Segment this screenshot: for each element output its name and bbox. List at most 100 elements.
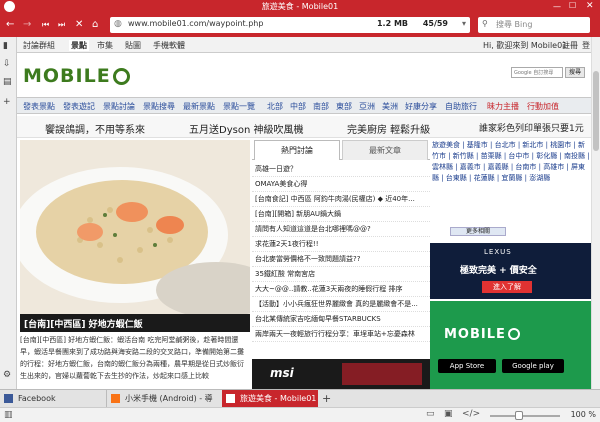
news-item[interactable]: 35鐵紅酸 常南宮店: [252, 267, 430, 282]
ad-mobile01-logo: MOBILE: [444, 327, 520, 342]
news-item[interactable]: 求花蓮2天1夜行程!!: [252, 237, 430, 252]
tab-label: 小米手機 (Android) - 導: [125, 394, 213, 403]
app-store-badge[interactable]: App Store: [438, 359, 496, 373]
tab-xiaomi[interactable]: 小米手機 (Android) - 導: [106, 390, 221, 408]
settings-icon[interactable]: ⚙: [3, 370, 11, 380]
google-play-badge[interactable]: Google play: [502, 359, 564, 373]
category-link[interactable]: 景點搜尋: [143, 101, 175, 112]
category-link[interactable]: 自助旅行: [445, 101, 477, 112]
category-link[interactable]: 中部: [290, 101, 306, 112]
search-field[interactable]: ⚲ 搜尋 Bing: [478, 17, 590, 33]
panel-toggle-icon[interactable]: ▥: [4, 410, 13, 420]
msi-banner[interactable]: msi: [252, 359, 430, 389]
home-icon[interactable]: ⌂: [92, 18, 98, 32]
lexus-brand: LEXUS: [484, 248, 512, 256]
site-tab-apps[interactable]: 手機軟體: [153, 40, 185, 51]
hero-food-image[interactable]: [20, 140, 250, 314]
mobile01-app-ad[interactable]: MOBILE App Store Google play: [430, 301, 591, 389]
category-link[interactable]: 北部: [267, 101, 283, 112]
maximize-button[interactable]: ☐: [569, 1, 576, 10]
address-bar[interactable]: ◍ www.mobile01.com/waypoint.php 1.2 MB 4…: [110, 17, 470, 33]
bookmarks-icon[interactable]: ▮: [3, 41, 8, 51]
notes-icon[interactable]: ▤: [3, 77, 12, 87]
forward-button[interactable]: →: [23, 18, 31, 32]
login-link[interactable]: 登: [582, 40, 590, 51]
lexus-cta[interactable]: 進入了解: [482, 281, 532, 293]
news-item[interactable]: 大大~@@..請教..花蓮3天兩夜的睡假行程 排序: [252, 282, 430, 297]
tab-facebook[interactable]: Facebook: [0, 390, 105, 408]
news-item[interactable]: OMAYA美食心得: [252, 177, 430, 192]
region-links[interactable]: 旅遊美食 | 基隆市 | 台北市 | 新北市 | 桃園市 | 新竹市 | 新竹縣…: [432, 140, 591, 184]
mobile01-logo[interactable]: MOBILE: [23, 65, 130, 87]
minimize-button[interactable]: —: [553, 2, 561, 11]
facebook-icon: [4, 394, 13, 403]
zoom-level: 100 %: [570, 410, 596, 419]
category-link[interactable]: 東部: [336, 101, 352, 112]
tab-travel-food[interactable]: 旅遊美食 - Mobile01: [222, 390, 318, 408]
close-reload-button[interactable]: ✕: [75, 18, 83, 32]
promo-link[interactable]: 五月送Dyson 神級吹風機: [189, 121, 303, 136]
promo-link[interactable]: 誰家彩色列印單張只要1元: [479, 121, 584, 134]
mobile01-tab-icon: [226, 394, 235, 403]
news-item[interactable]: [台南][開箱] 新朋AU鍋大鍋: [252, 207, 430, 222]
zoom-slider[interactable]: [490, 415, 560, 417]
fast-forward-button[interactable]: ⏭: [58, 18, 65, 32]
category-link[interactable]: 發表景點: [23, 101, 55, 112]
register-link[interactable]: 註冊: [562, 40, 578, 51]
xiaomi-icon: [111, 394, 120, 403]
category-link[interactable]: 好康分享: [405, 101, 437, 112]
category-link[interactable]: 美洲: [382, 101, 398, 112]
news-item[interactable]: 台北某傳統家吉吃緬甸早餐STARBUCKS: [252, 312, 430, 327]
rewind-button[interactable]: ⏮: [42, 18, 49, 32]
page-actions-icon[interactable]: </>: [462, 409, 480, 419]
news-item[interactable]: 台北麥當勞價格不一致問題請益??: [252, 252, 430, 267]
page-scrollbar[interactable]: [591, 37, 600, 389]
site-tab-market[interactable]: 市集: [97, 40, 113, 51]
site-header: MOBILE Google 自訂搜尋 搜尋: [17, 53, 591, 97]
site-tab-spots[interactable]: 景點: [69, 40, 89, 51]
news-item[interactable]: [台南食記] 中西區 阿鈞牛肉湯(民權店) ◆ 近40年...: [252, 192, 430, 207]
zoom-slider-handle[interactable]: [515, 411, 523, 420]
promo-link[interactable]: 饗誤鴿調，不用等系來: [45, 121, 145, 136]
screenshot-icon[interactable]: ▭: [426, 409, 435, 419]
category-link-highlight[interactable]: 行動加值: [527, 101, 559, 112]
search-placeholder: 搜尋 Bing: [496, 20, 533, 29]
category-link[interactable]: 發表遊記: [63, 101, 95, 112]
news-item[interactable]: 兩岸兩天一夜輕旅行行程分享：車埕車站+忘憂森林: [252, 327, 430, 342]
lexus-headline: 極致完美 + 價安全: [460, 266, 537, 276]
news-item[interactable]: 高雄一日遊？: [252, 162, 430, 177]
address-text[interactable]: www.mobile01.com/waypoint.php: [128, 19, 263, 28]
category-link[interactable]: 亞洲: [359, 101, 375, 112]
add-panel-icon[interactable]: +: [3, 97, 11, 107]
lexus-ad[interactable]: LEXUS 極致完美 + 價安全 進入了解: [430, 243, 591, 299]
more-related-button[interactable]: 更多相關: [450, 227, 506, 236]
tab-hot-discussions[interactable]: 熱門討論: [254, 140, 340, 160]
category-link[interactable]: 南部: [313, 101, 329, 112]
msi-logo: msi: [270, 366, 294, 380]
news-item[interactable]: 【活動】小小兵瘋狂世界麗緻會 真的是麗緻會不是...: [252, 297, 430, 312]
site-tab-forum[interactable]: 討論群組: [23, 40, 55, 51]
tab-label: Facebook: [18, 394, 56, 403]
vivaldi-logo-icon[interactable]: [4, 1, 15, 12]
back-button[interactable]: ←: [6, 18, 14, 32]
hero-caption[interactable]: [台南][中西區] 好地方蝦仁飯: [20, 314, 250, 332]
address-dropdown-icon[interactable]: ▾: [462, 19, 466, 28]
site-tab-photos[interactable]: 貼圖: [125, 40, 141, 51]
google-search-label[interactable]: Google 自訂搜尋: [511, 67, 563, 78]
side-panel: ▮ ⇩ ▤ + ⚙: [0, 37, 17, 389]
category-link[interactable]: 最新景點: [183, 101, 215, 112]
new-tab-button[interactable]: +: [322, 392, 331, 405]
site-top-nav: 討論群組 景點 市集 貼圖 手機軟體 Hi, 歡迎來到 Mobile01 註冊 …: [17, 37, 591, 53]
news-item[interactable]: 請問有人知道這道是台北哪裡嗎@@?: [252, 222, 430, 237]
google-search-button[interactable]: 搜尋: [565, 67, 585, 78]
downloads-icon[interactable]: ⇩: [3, 59, 11, 69]
category-link[interactable]: 景點討論: [103, 101, 135, 112]
category-link[interactable]: 景點一覽: [223, 101, 255, 112]
scrollbar-thumb[interactable]: [593, 71, 599, 151]
close-window-button[interactable]: ✕: [586, 1, 594, 11]
image-toggle-icon[interactable]: ▣: [444, 409, 453, 419]
promo-link[interactable]: 完美廚房 輕鬆升級: [347, 121, 430, 136]
tab-latest-articles[interactable]: 最新文章: [342, 140, 428, 160]
right-column: 旅遊美食 | 基隆市 | 台北市 | 新北市 | 桃園市 | 新竹市 | 新竹縣…: [430, 140, 591, 389]
category-link-highlight[interactable]: 昧力主播: [487, 101, 519, 112]
